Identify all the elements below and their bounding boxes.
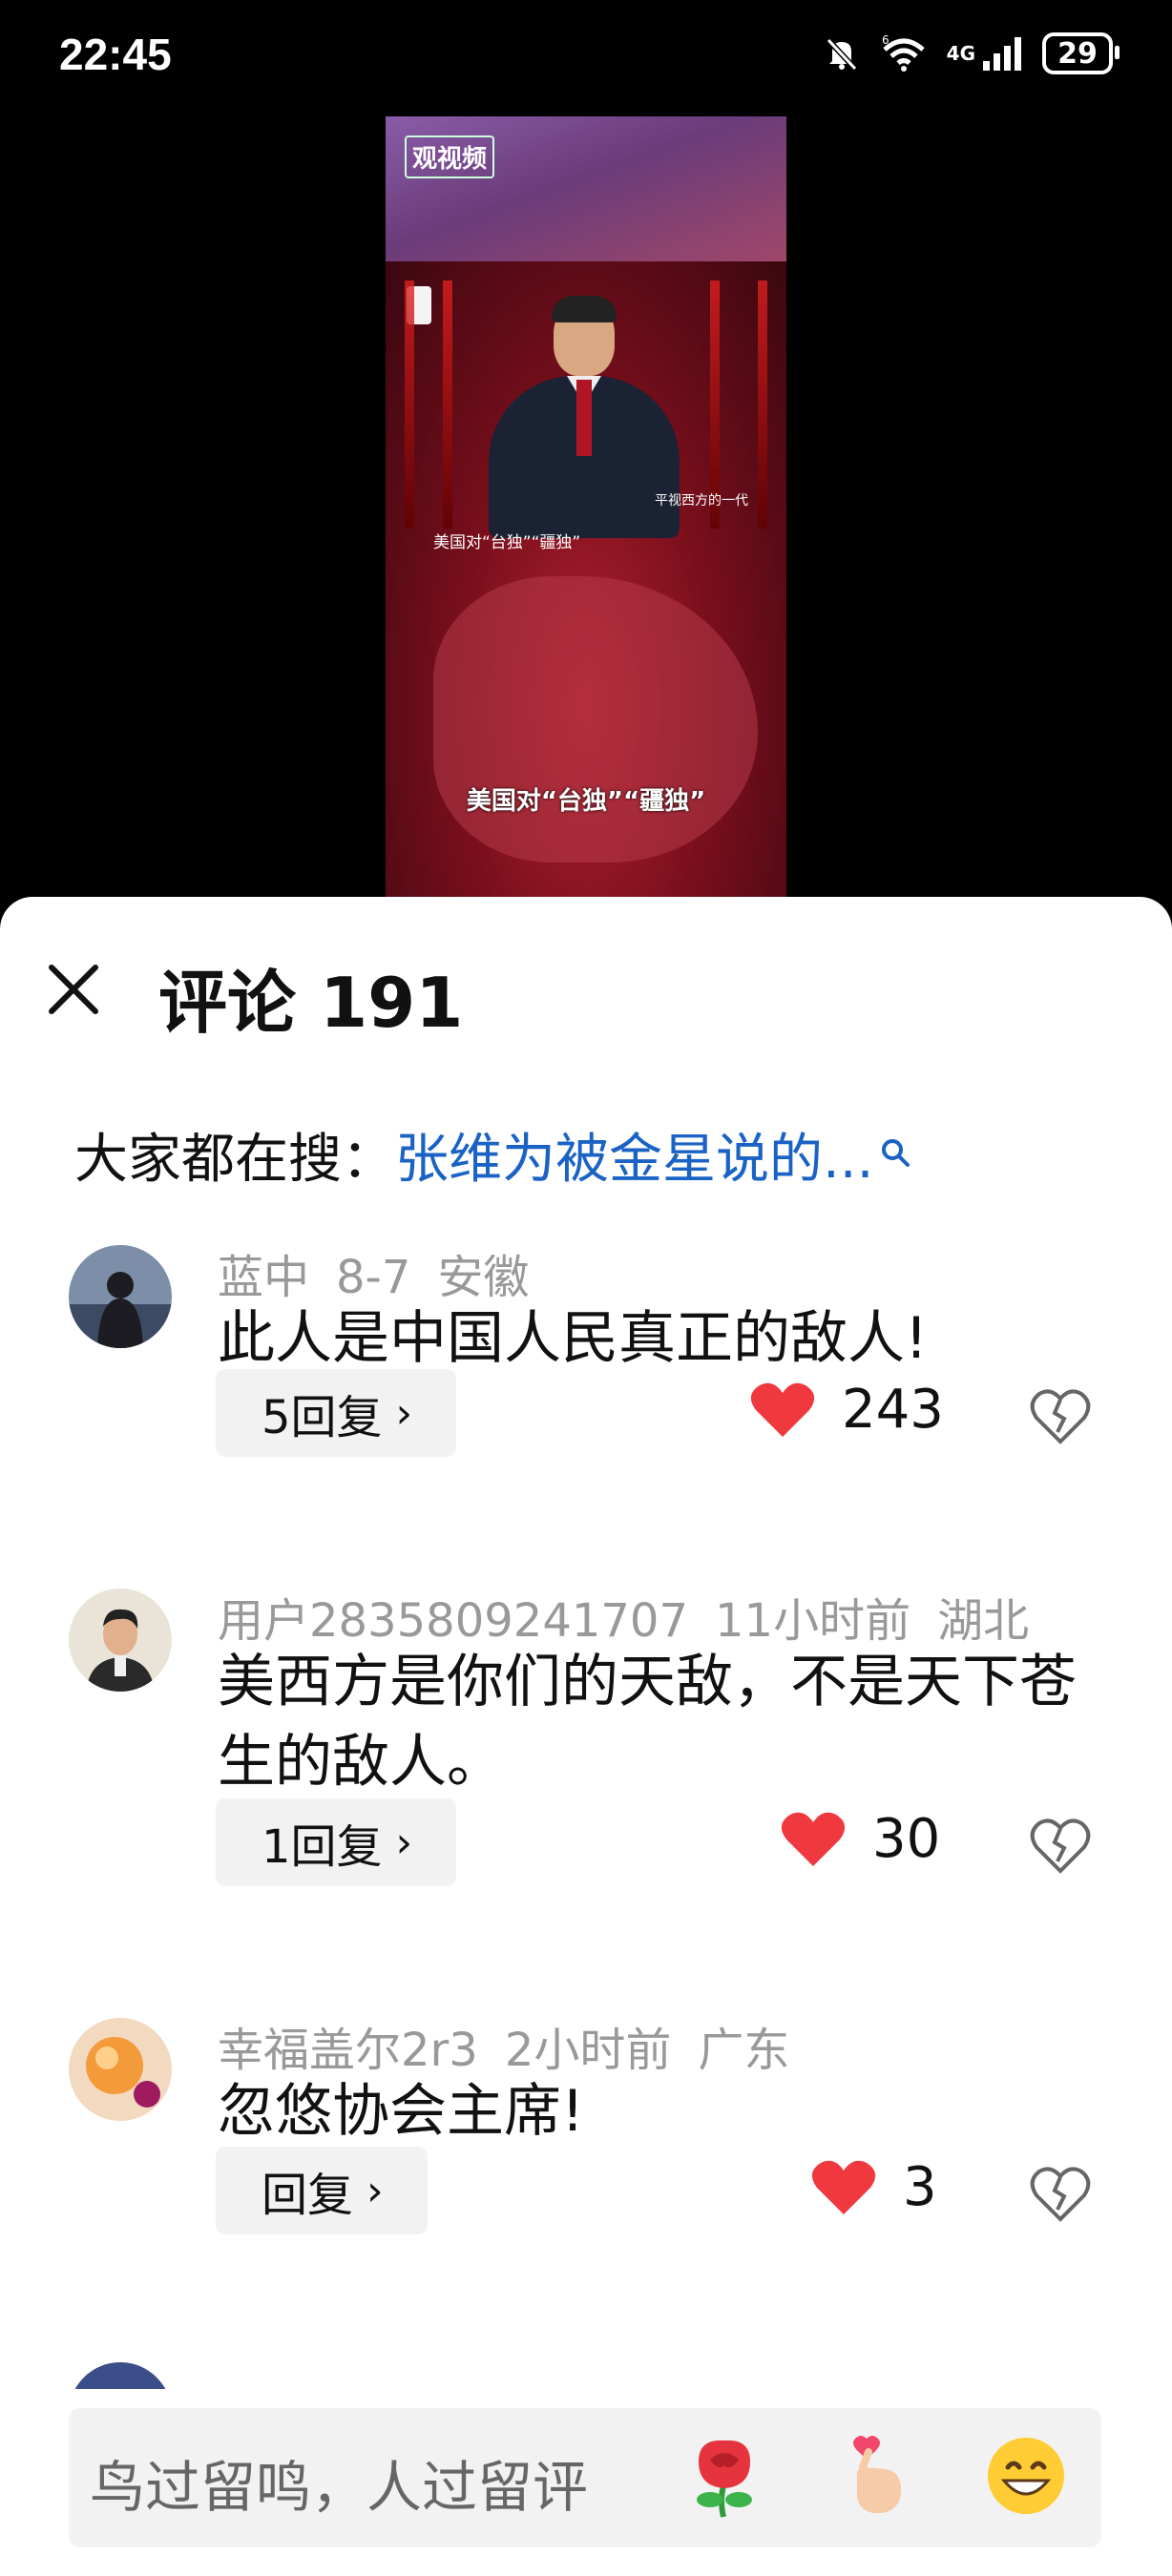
trending-search-link[interactable]: 张维为被金星说的... (395, 1129, 873, 1191)
broken-heart-icon[interactable] (1029, 1384, 1092, 1447)
network-type-label: 4G (946, 42, 975, 65)
chevron-right-icon: › (395, 1818, 413, 1867)
comment-date: 11小时前 (715, 1594, 911, 1648)
video-caption: 美国对“台独”“疆独” (466, 787, 706, 816)
comment-location: 广东 (698, 2024, 790, 2077)
comment-username[interactable]: 用户2835809241707 (218, 1594, 688, 1648)
battery-level: 29 (1057, 36, 1098, 71)
like-button[interactable]: 30 (781, 1808, 940, 1870)
like-count: 3 (903, 2156, 937, 2218)
finger-heart-emoji-icon[interactable] (832, 2433, 918, 2519)
like-count: 30 (872, 1808, 941, 1870)
next-comment-peek (69, 2362, 172, 2389)
comment-meta: 幸福盖尔2r3 2小时前 广东 (218, 2012, 816, 2079)
video-frame: 平视西方的一代 美国对“台独”“疆独” 美国对“台独”“疆独” (386, 261, 786, 897)
video-logo: 观视频 (405, 135, 495, 178)
comment-date: 8-7 (336, 1251, 411, 1304)
mute-bell-icon (826, 37, 857, 72)
comment-location: 湖北 (937, 1594, 1030, 1648)
rose-emoji-icon[interactable] (681, 2433, 767, 2519)
video-player[interactable]: 观视频 平视西方的一代 美国对“台独”“疆独” 美国对“台独”“疆独” (386, 116, 786, 897)
status-icons: 6 4G 29 (823, 32, 1120, 74)
comment-meta: 用户2835809241707 11小时前 湖北 (218, 1583, 1056, 1650)
comment-meta: 蓝中 8-7 安徽 (218, 1239, 555, 1306)
trending-search-prefix: 大家都在搜： (74, 1129, 395, 1191)
status-time: 22:45 (59, 30, 172, 79)
like-count: 243 (842, 1379, 944, 1441)
reply-button[interactable]: 1回复 › (216, 1798, 457, 1886)
comment-username[interactable]: 蓝中 (218, 1251, 309, 1304)
battery-icon: 29 (1042, 32, 1120, 74)
close-icon[interactable] (40, 956, 107, 1023)
comment-text: 忽悠协会主席! (218, 2078, 585, 2145)
comments-title: 评论 191 (158, 963, 464, 1043)
svg-text:6: 6 (882, 34, 889, 47)
heart-icon (811, 2160, 876, 2214)
search-icon (882, 1139, 910, 1167)
video-top-banner: 观视频 (386, 116, 786, 261)
comment-date: 2小时前 (504, 2024, 672, 2077)
avatar[interactable] (69, 1245, 172, 1348)
comment-text: 美西方是你们的天敌，不是天下苍生的敌人。 (218, 1649, 1077, 1796)
comments-sheet: 评论 191 大家都在搜：张维为被金星说的... 蓝中 8-7 安徽 此人是中国人民… (0, 897, 1172, 2576)
comment-input[interactable]: 鸟过留鸣，人过留评 (69, 2408, 1101, 2547)
reply-label: 回复 (262, 2169, 354, 2222)
heart-icon (781, 1812, 846, 1866)
trending-search[interactable]: 大家都在搜：张维为被金星说的... (74, 1116, 911, 1194)
signal-icon (983, 37, 1021, 71)
heart-icon (750, 1382, 815, 1437)
map-graphic (433, 576, 758, 862)
avatar[interactable] (69, 2018, 172, 2121)
comment-input-placeholder: 鸟过留鸣，人过留评 (90, 2455, 589, 2520)
broken-heart-icon[interactable] (1029, 1814, 1092, 1877)
reply-label: 5回复 (262, 1391, 383, 1444)
presenter-figure (489, 296, 680, 538)
broken-heart-icon[interactable] (1029, 2162, 1092, 2225)
wifi-icon: 6 (882, 34, 925, 72)
video-program-tag: 平视西方的一代 (655, 493, 748, 509)
like-button[interactable]: 243 (750, 1379, 944, 1441)
like-button[interactable]: 3 (811, 2156, 937, 2218)
comment-username[interactable]: 幸福盖尔2r3 (218, 2024, 478, 2077)
reply-label: 1回复 (262, 1820, 383, 1874)
chevron-right-icon: › (366, 2166, 384, 2215)
chevron-right-icon: › (395, 1388, 413, 1438)
reply-button[interactable]: 5回复 › (216, 1369, 457, 1457)
comment-location: 安徽 (437, 1251, 530, 1304)
avatar[interactable] (69, 1589, 172, 1692)
video-caption-small: 美国对“台独”“疆独” (433, 533, 581, 552)
comment-text: 此人是中国人民真正的敌人! (218, 1305, 929, 1372)
reply-button[interactable]: 回复 › (216, 2147, 428, 2234)
grinning-emoji-icon[interactable] (983, 2433, 1069, 2519)
